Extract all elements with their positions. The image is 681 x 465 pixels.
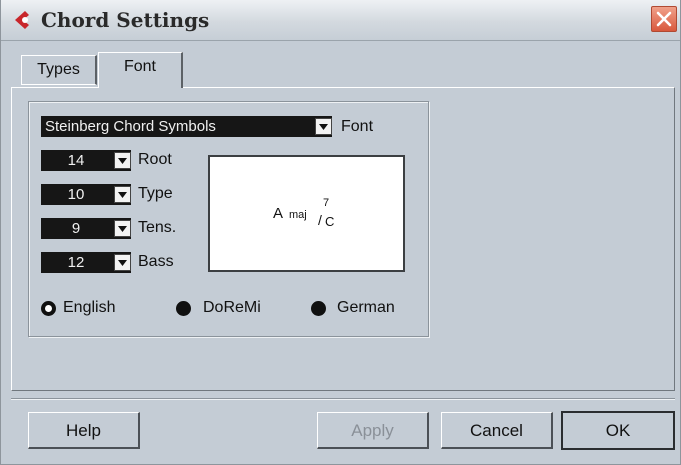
chord-preview: A maj 7 / C: [208, 155, 405, 272]
help-button-label: Help: [66, 421, 101, 440]
tension-size-label: Tens.: [138, 219, 177, 236]
english-radio[interactable]: [41, 301, 56, 316]
chevron-down-icon: [118, 226, 127, 232]
type-size-arrow[interactable]: [114, 186, 131, 203]
bass-size-value: 12: [67, 254, 85, 271]
preview-type: maj: [289, 209, 307, 221]
doremi-radio-label: DoReMi: [203, 299, 261, 316]
cancel-button-label: Cancel: [470, 421, 523, 440]
ok-button[interactable]: OK: [561, 411, 675, 450]
font-dropdown[interactable]: Steinberg Chord Symbols: [41, 116, 332, 137]
font-dropdown-arrow[interactable]: [315, 118, 332, 135]
cancel-button[interactable]: Cancel: [441, 412, 553, 449]
tension-size-arrow[interactable]: [114, 220, 131, 237]
tab-font-label: Font: [123, 58, 156, 75]
preview-bass: C: [325, 214, 335, 229]
tab-types-label: Types: [37, 61, 80, 78]
chevron-down-icon: [118, 158, 127, 164]
english-radio-label: English: [63, 299, 116, 316]
ok-button-label: OK: [605, 421, 631, 440]
button-separator: [11, 398, 675, 400]
dialog-title: Chord Settings: [41, 8, 210, 32]
tab-types[interactable]: Types: [21, 55, 97, 85]
type-size-value: 10: [67, 186, 85, 203]
bass-size-label: Bass: [138, 253, 174, 270]
preview-tension: 7: [323, 197, 330, 209]
chevron-down-icon: [118, 260, 127, 266]
help-button[interactable]: Help: [28, 412, 140, 449]
close-button[interactable]: [651, 6, 677, 32]
tension-size-value: 9: [71, 220, 81, 237]
tab-font[interactable]: Font: [98, 52, 183, 88]
cubase-app-icon: [11, 9, 33, 31]
font-dropdown-value: Steinberg Chord Symbols: [45, 118, 216, 135]
bass-size-arrow[interactable]: [114, 254, 131, 271]
preview-root: A: [273, 205, 284, 222]
doremi-radio[interactable]: [176, 301, 191, 316]
apply-button-label: Apply: [351, 421, 394, 440]
root-size-value: 14: [67, 152, 85, 169]
root-size-arrow[interactable]: [114, 152, 131, 169]
type-size-label: Type: [138, 185, 173, 202]
chevron-down-icon: [118, 192, 127, 198]
apply-button[interactable]: Apply: [317, 412, 429, 449]
preview-slash: /: [318, 212, 322, 228]
root-size-label: Root: [138, 151, 172, 168]
close-icon: [656, 11, 672, 27]
chord-settings-dialog: Chord Settings Types Font Steinberg Chor…: [0, 0, 681, 465]
font-dropdown-label: Font: [341, 118, 374, 135]
german-radio[interactable]: [311, 301, 326, 316]
title-bar[interactable]: Chord Settings: [1, 0, 680, 41]
german-radio-label: German: [337, 299, 395, 316]
chevron-down-icon: [319, 124, 328, 130]
